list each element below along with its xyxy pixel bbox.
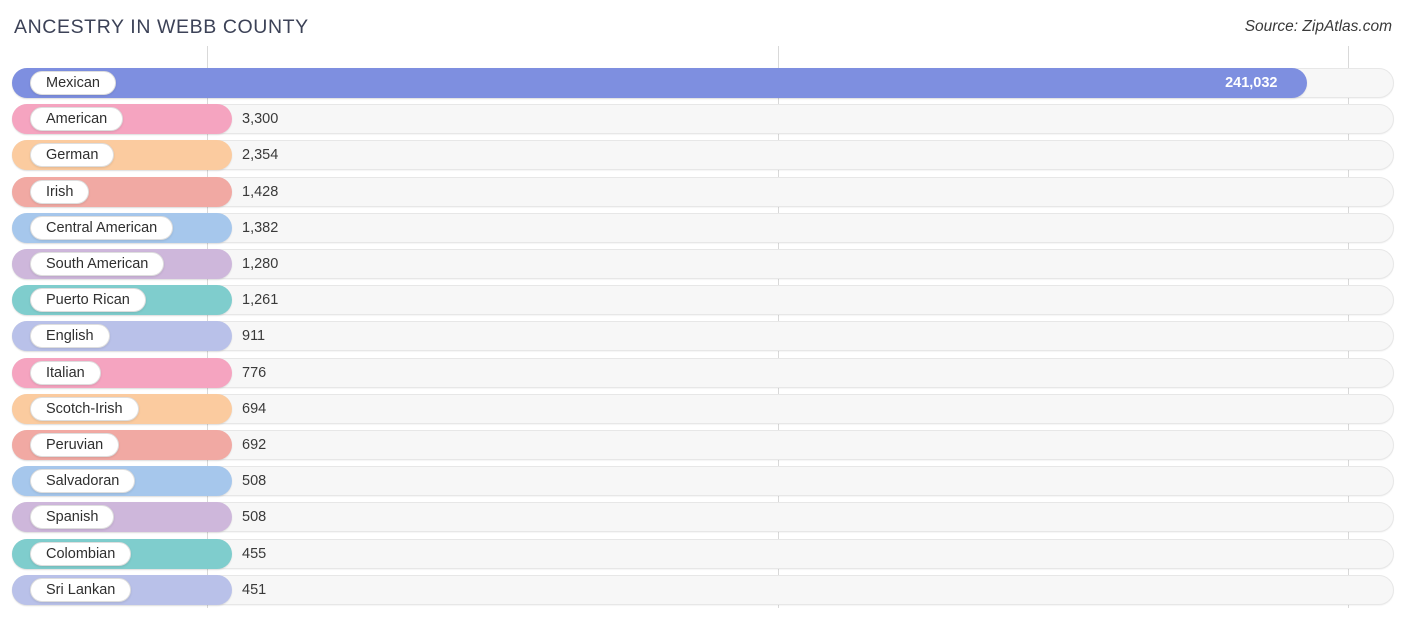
bar-category-label: Peruvian xyxy=(30,433,120,457)
bar-category-label: Scotch-Irish xyxy=(30,396,139,421)
bar-row[interactable]: Peruvian 692 xyxy=(12,430,1394,460)
bar-row[interactable]: Irish 1,428 xyxy=(12,176,1394,207)
bar-row[interactable]: Colombian 455 xyxy=(12,538,1394,569)
bar-category-label: German xyxy=(30,143,115,168)
bar-row[interactable]: Spanish 508 xyxy=(12,502,1394,533)
bar-row[interactable]: Salvadoran 508 xyxy=(12,466,1394,497)
bar-row[interactable]: Italian 776 xyxy=(12,357,1394,388)
bar-row[interactable]: American 3,300 xyxy=(12,104,1394,135)
bar-value-label: 1,261 xyxy=(242,292,279,309)
bar-value-label: 776 xyxy=(242,364,267,381)
bar-value-label: 694 xyxy=(242,400,267,417)
plot-area: Mexican 241,032 American 3,300 German 2,354 Ir… xyxy=(0,46,1406,608)
bar-row[interactable]: Sri Lankan 451 xyxy=(12,574,1394,605)
bar-value-label: 1,280 xyxy=(242,256,279,272)
bar-category-label: Puerto Rican xyxy=(30,288,146,313)
bar-value-label: 911 xyxy=(242,328,266,345)
bar-category-label: Colombian xyxy=(30,541,132,566)
bar-row[interactable]: German 2,354 xyxy=(12,140,1394,171)
bar-category-label: Central American xyxy=(30,215,174,240)
bar-category-label: American xyxy=(30,107,124,132)
bar-value-label: 508 xyxy=(242,473,267,490)
bar-value-label: 451 xyxy=(242,581,267,598)
bar-category-label: English xyxy=(30,324,110,349)
bar-value-label: 1,428 xyxy=(242,183,279,200)
bar-row[interactable]: English 911 xyxy=(12,321,1394,352)
bar-category-label: Spanish xyxy=(30,505,115,530)
bar-category-label: South American xyxy=(30,252,165,276)
bar-value-label: 1,382 xyxy=(242,219,279,236)
bar-value-label: 692 xyxy=(242,437,267,453)
bar[interactable] xyxy=(12,68,1307,98)
ancestry-bar-chart: ANCESTRY IN WEBB COUNTY Source: ZipAtlas… xyxy=(0,0,1406,644)
bar-row[interactable]: South American 1,280 xyxy=(12,249,1394,279)
bar-category-label: Salvadoran xyxy=(30,469,136,494)
bar-row[interactable]: Mexican 241,032 xyxy=(12,68,1394,98)
source-attribution: Source: ZipAtlas.com xyxy=(1244,18,1392,35)
bar-category-label: Mexican xyxy=(30,71,116,95)
bar-category-label: Irish xyxy=(30,179,90,204)
bar-value-label: 455 xyxy=(242,545,267,562)
bar-category-label: Sri Lankan xyxy=(30,577,132,602)
page-title: ANCESTRY IN WEBB COUNTY xyxy=(14,16,309,38)
bar-row[interactable]: Scotch-Irish 694 xyxy=(12,393,1394,424)
bar-row[interactable]: Central American 1,382 xyxy=(12,212,1394,243)
bar-category-label: Italian xyxy=(30,360,101,385)
bar-value-label-inside: 241,032 xyxy=(1225,75,1278,91)
bar-value-label: 3,300 xyxy=(242,111,279,128)
bar-value-label: 2,354 xyxy=(242,147,279,164)
bar-row[interactable]: Puerto Rican 1,261 xyxy=(12,285,1394,316)
bar-value-label: 508 xyxy=(242,509,267,526)
